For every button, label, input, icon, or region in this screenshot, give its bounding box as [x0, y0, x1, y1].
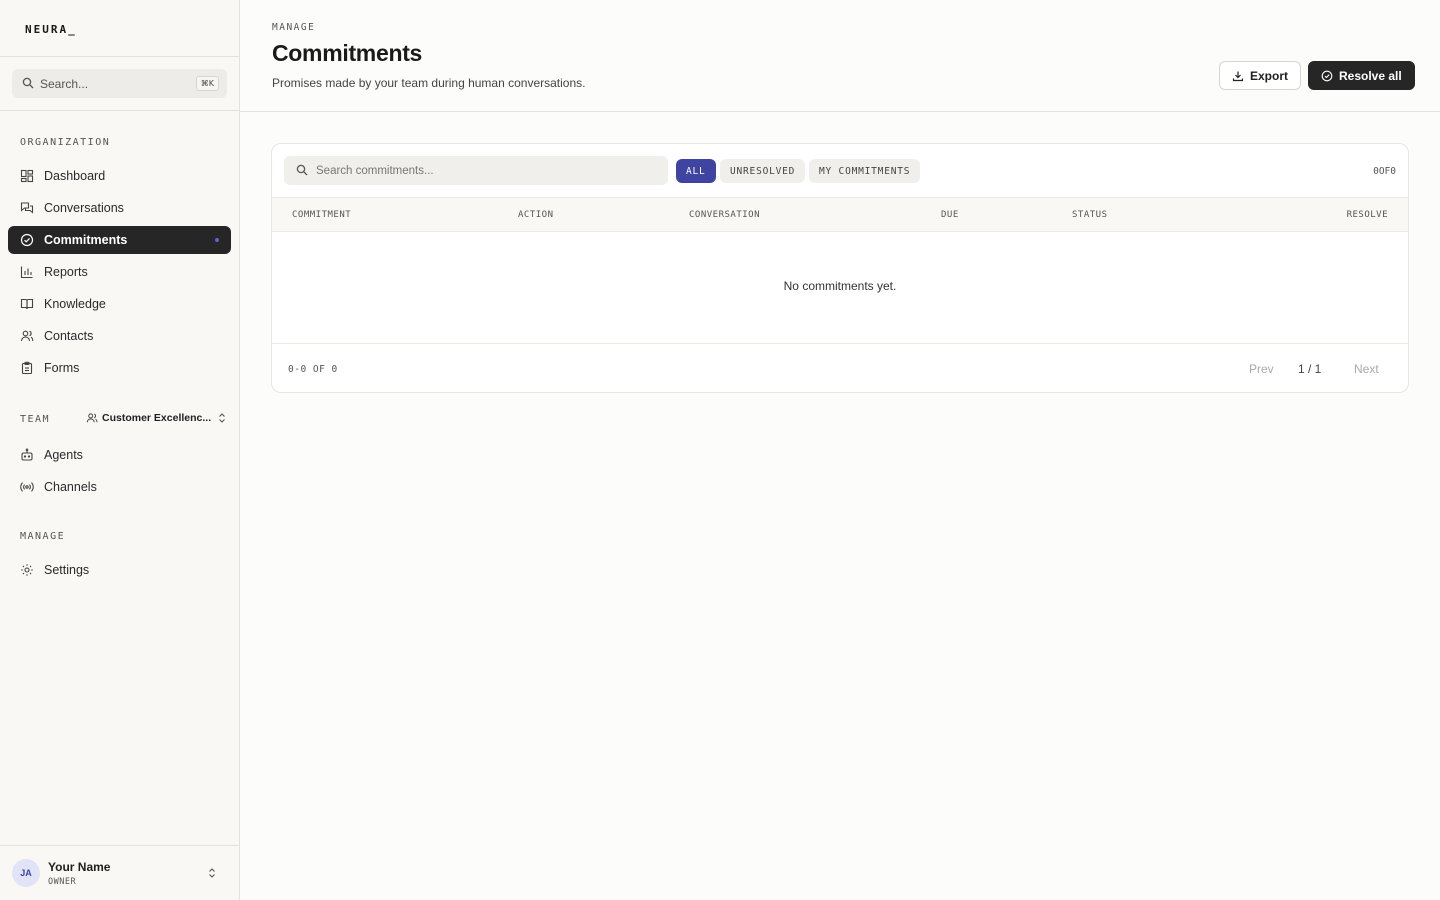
section-label-organization: ORGANIZATION	[20, 137, 111, 148]
column-header-status[interactable]: STATUS	[1072, 210, 1108, 220]
sidebar: NEURA_ ⌘K ORGANIZATION Dashboard Convers…	[0, 0, 240, 900]
chevron-up-down-icon[interactable]	[207, 866, 217, 880]
table-footer: 0-0 OF 0 Prev 1 / 1 Next	[272, 343, 1408, 392]
avatar: JA	[12, 859, 40, 887]
filter-all[interactable]: ALL	[676, 159, 716, 183]
sidebar-item-label: Agents	[44, 448, 83, 462]
download-icon	[1232, 71, 1244, 81]
section-label-manage: MANAGE	[20, 531, 66, 542]
sidebar-item-label: Forms	[44, 361, 80, 375]
gear-icon	[21, 564, 33, 576]
user-role: OWNER	[48, 876, 77, 887]
page-subtitle: Promises made by your team during human …	[272, 76, 586, 90]
page-header: MANAGE Commitments Promises made by your…	[240, 0, 1440, 112]
sidebar-search-input[interactable]	[40, 76, 190, 91]
sidebar-item-agents[interactable]: Agents	[8, 441, 231, 469]
section-label-team: TEAM	[20, 414, 51, 425]
empty-state-message: No commitments yet.	[783, 279, 897, 293]
sidebar-item-label: Conversations	[44, 201, 124, 215]
column-header-action[interactable]: ACTION	[518, 210, 554, 220]
sidebar-item-label: Contacts	[44, 329, 94, 343]
check-circle-icon	[1321, 70, 1333, 81]
sidebar-item-settings[interactable]: Settings	[8, 556, 231, 584]
broadcast-icon	[20, 482, 34, 492]
export-button-label: Export	[1250, 68, 1289, 83]
user-name: Your Name	[48, 859, 111, 874]
sidebar-search-wrap: ⌘K	[0, 57, 239, 111]
column-header-due[interactable]: DUE	[941, 210, 959, 220]
sidebar-item-label: Knowledge	[44, 297, 106, 311]
sidebar-item-channels[interactable]: Channels	[8, 473, 231, 501]
chevron-up-down-icon	[219, 413, 226, 423]
search-icon	[22, 77, 34, 89]
dashboard-icon	[20, 169, 34, 183]
resolve-all-button-label: Resolve all	[1339, 68, 1402, 83]
sidebar-item-contacts[interactable]: Contacts	[8, 322, 231, 350]
active-indicator-dot	[215, 238, 219, 242]
export-button[interactable]: Export	[1219, 61, 1302, 90]
filter-unresolved[interactable]: UNRESOLVED	[720, 159, 806, 183]
table-toolbar: ALL UNRESOLVED MY COMMITMENTS 0OF0	[272, 144, 1408, 198]
users-icon	[86, 413, 98, 423]
commitments-table-card: ALL UNRESOLVED MY COMMITMENTS 0OF0 COMMI…	[271, 143, 1409, 393]
sidebar-item-forms[interactable]: Forms	[8, 354, 231, 382]
check-circle-icon	[20, 233, 34, 247]
pagination-prev-button[interactable]: Prev	[1249, 362, 1274, 376]
user-info: Your Name OWNER	[48, 860, 110, 887]
pagination-next-button[interactable]: Next	[1354, 362, 1379, 376]
sidebar-item-label: Dashboard	[44, 169, 106, 183]
team-name: Customer Excellenc...	[102, 412, 212, 424]
brand-row: NEURA_	[0, 0, 239, 57]
filter-my-commitments[interactable]: MY COMMITMENTS	[809, 159, 921, 183]
sidebar-item-label: Reports	[44, 265, 88, 279]
sidebar-item-label: Channels	[44, 480, 97, 494]
sidebar-item-label: Commitments	[44, 233, 128, 247]
commitments-search[interactable]	[284, 156, 668, 185]
sidebar-item-commitments[interactable]: Commitments	[8, 226, 231, 254]
user-menu[interactable]: JA Your Name OWNER	[0, 845, 239, 900]
search-icon	[296, 164, 308, 176]
commitments-search-input[interactable]	[316, 164, 646, 177]
result-count: 0OF0	[1373, 166, 1396, 177]
sidebar-item-conversations[interactable]: Conversations	[8, 194, 231, 222]
page-title: Commitments	[272, 40, 423, 66]
page-eyebrow: MANAGE	[272, 22, 316, 33]
column-header-conversation[interactable]: CONVERSATION	[689, 210, 760, 220]
team-selector[interactable]: Customer Excellenc...	[86, 412, 227, 424]
sidebar-item-dashboard[interactable]: Dashboard	[8, 162, 231, 190]
column-header-resolve[interactable]: RESOLVE	[1347, 210, 1388, 220]
pagination-range: 0-0 OF 0	[288, 364, 338, 375]
bot-icon	[21, 448, 33, 461]
sidebar-search[interactable]: ⌘K	[12, 69, 227, 98]
users-icon	[20, 330, 34, 342]
clipboard-icon	[21, 361, 33, 375]
sidebar-item-label: Settings	[44, 563, 90, 577]
conversations-icon	[20, 202, 34, 214]
book-icon	[20, 298, 34, 310]
brand-logo[interactable]: NEURA_	[25, 23, 77, 36]
resolve-all-button[interactable]: Resolve all	[1308, 61, 1415, 90]
table-header: COMMITMENT ACTION CONVERSATION DUE STATU…	[272, 198, 1408, 232]
bar-chart-icon	[20, 266, 33, 279]
sidebar-item-reports[interactable]: Reports	[8, 258, 231, 286]
pagination-page: 1 / 1	[1298, 362, 1322, 376]
column-header-commitment[interactable]: COMMITMENT	[292, 210, 351, 220]
sidebar-item-knowledge[interactable]: Knowledge	[8, 290, 231, 318]
search-shortcut-badge: ⌘K	[195, 76, 219, 91]
